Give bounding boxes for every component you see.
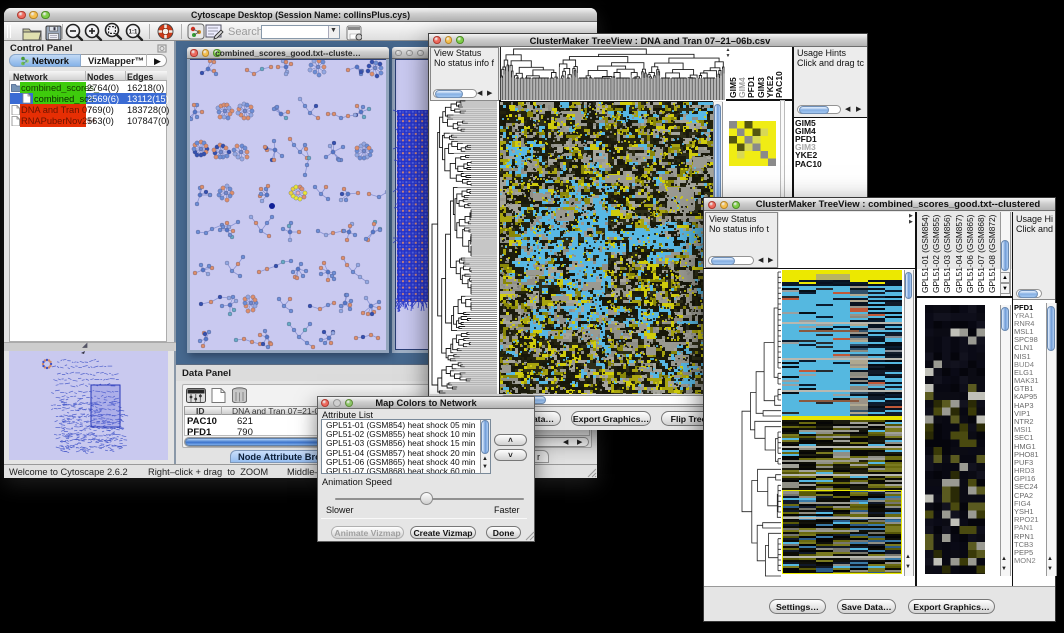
svg-text:1:1: 1:1 bbox=[129, 30, 138, 36]
